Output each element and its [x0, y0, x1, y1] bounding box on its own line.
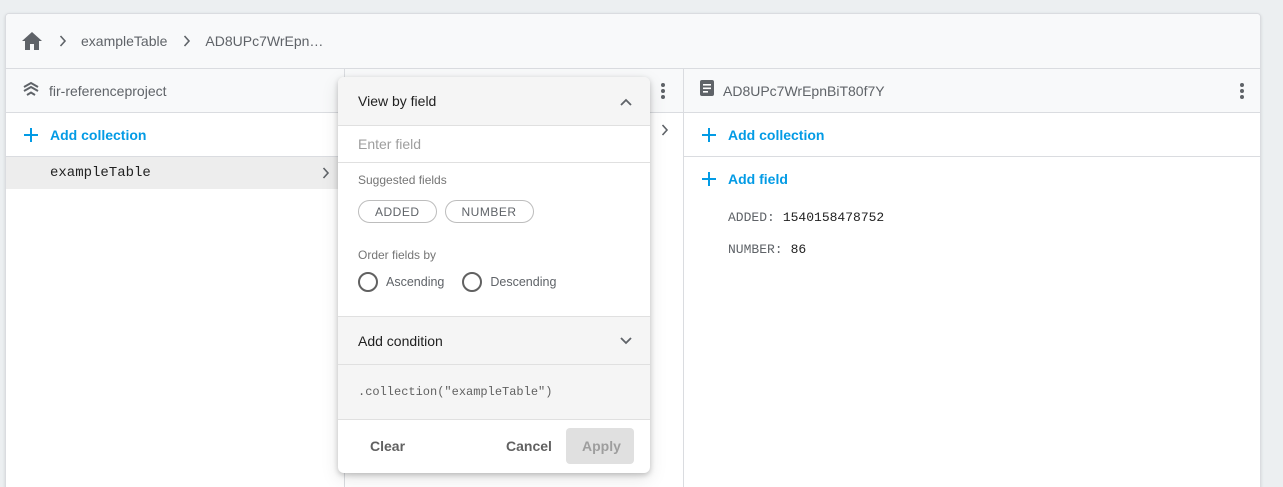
breadcrumb-item-document[interactable]: AD8UPc7WrEpn… — [205, 33, 323, 49]
project-title: fir-referenceproject — [49, 82, 167, 99]
field-row[interactable]: NUMBER: 86 — [684, 233, 1260, 265]
document-panel: AD8UPc7WrEpnBiT80f7Y Add collection Add … — [684, 69, 1260, 487]
add-condition-title: Add condition — [358, 332, 443, 349]
radio-circle[interactable] — [358, 272, 378, 292]
add-collection-label: Add collection — [728, 126, 825, 143]
add-collection-label: Add collection — [50, 126, 147, 143]
field-input-row — [338, 126, 650, 163]
field-value: 86 — [790, 241, 807, 257]
plus-icon — [700, 170, 718, 188]
query-preview: .collection("exampleTable") — [338, 365, 650, 420]
plus-icon — [22, 126, 40, 144]
ascending-radio[interactable]: Ascending — [358, 272, 444, 292]
more-vert-icon[interactable] — [1232, 81, 1252, 101]
view-by-field-header[interactable]: View by field — [338, 77, 650, 126]
more-vert-icon[interactable] — [653, 81, 673, 101]
filter-actions: Clear Cancel Apply — [338, 420, 650, 472]
suggested-field-chip[interactable]: NUMBER — [444, 200, 534, 223]
add-condition-header[interactable]: Add condition — [338, 317, 650, 365]
field-key: ADDED: — [728, 209, 775, 225]
breadcrumb-item-collection[interactable]: exampleTable — [81, 33, 167, 49]
order-fields-label: Order fields by — [358, 248, 437, 262]
order-radio-group: Ascending Descending — [358, 272, 630, 292]
collection-item[interactable]: exampleTable — [6, 157, 344, 189]
view-by-field-title: View by field — [358, 93, 437, 109]
chevron-up-icon[interactable] — [618, 94, 634, 110]
chevron-right-icon — [318, 165, 334, 181]
suggested-fields: ADDED NUMBER — [358, 200, 630, 223]
document-panel-header: AD8UPc7WrEpnBiT80f7Y — [684, 69, 1260, 113]
breadcrumb: exampleTable AD8UPc7WrEpn… — [6, 14, 1260, 69]
field-options: Suggested fields ADDED NUMBER Order fiel… — [338, 163, 650, 317]
field-input[interactable] — [358, 136, 618, 152]
add-field-button[interactable]: Add field — [684, 157, 1260, 201]
apply-button[interactable]: Apply — [566, 428, 634, 464]
collection-name: exampleTable — [50, 165, 151, 181]
descending-radio[interactable]: Descending — [462, 272, 556, 292]
descending-label: Descending — [490, 275, 557, 289]
filter-dropdown: View by field Suggested fields ADDED NUM… — [338, 77, 650, 473]
root-panel: fir-referenceproject Add collection exam… — [6, 69, 345, 487]
radio-circle[interactable] — [462, 272, 483, 292]
ascending-label: Ascending — [386, 275, 445, 289]
firestore-icon — [22, 79, 40, 102]
chevron-right-icon — [179, 33, 195, 49]
root-panel-header: fir-referenceproject — [6, 69, 344, 113]
document-title: AD8UPc7WrEpnBiT80f7Y — [723, 82, 885, 99]
field-key: NUMBER: — [728, 241, 783, 257]
document-icon — [700, 80, 714, 101]
query-text: .collection("exampleTable") — [358, 385, 553, 399]
suggested-fields-label: Suggested fields — [358, 173, 447, 187]
cancel-button[interactable]: Cancel — [490, 428, 568, 464]
add-collection-button[interactable]: Add collection — [6, 113, 344, 157]
add-field-label: Add field — [728, 171, 788, 187]
field-row[interactable]: ADDED: 1540158478752 — [684, 201, 1260, 233]
plus-icon — [700, 126, 718, 144]
clear-button[interactable]: Clear — [354, 428, 421, 464]
chevron-right-icon — [55, 33, 71, 49]
chevron-down-icon[interactable] — [618, 333, 634, 349]
add-subcollection-button[interactable]: Add collection — [684, 113, 1260, 157]
chevron-right-icon — [657, 122, 673, 138]
suggested-field-chip[interactable]: ADDED — [358, 200, 437, 223]
home-icon[interactable] — [21, 30, 43, 52]
field-value: 1540158478752 — [782, 209, 885, 225]
